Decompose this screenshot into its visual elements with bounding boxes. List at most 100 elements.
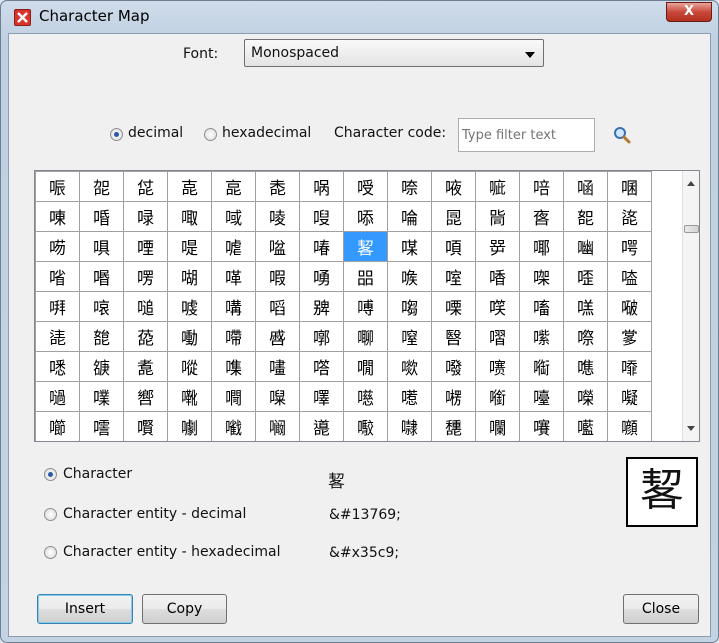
char-cell[interactable]: 㗵 <box>387 351 432 382</box>
char-cell[interactable]: 㖾 <box>475 231 520 262</box>
char-cell[interactable]: 㘂 <box>343 381 388 412</box>
char-cell[interactable]: 㗁 <box>607 231 652 262</box>
char-cell[interactable]: 㗊 <box>343 261 388 292</box>
char-cell[interactable]: 㗫 <box>563 321 608 352</box>
char-cell[interactable]: 㗖 <box>255 291 300 322</box>
char-cell[interactable]: 㗬 <box>607 321 652 352</box>
char-cell[interactable]: 㗨 <box>431 321 476 352</box>
char-cell[interactable]: 㘏 <box>299 411 344 441</box>
char-cell[interactable]: 㘅 <box>475 381 520 412</box>
char-cell[interactable]: 㗔 <box>167 291 212 322</box>
char-cell[interactable]: 㗜 <box>519 291 564 322</box>
char-cell[interactable]: 㘄 <box>431 381 476 412</box>
char-cell[interactable]: 㗘 <box>343 291 388 322</box>
char-cell[interactable]: 㘔 <box>519 411 564 441</box>
char-cell[interactable]: 㘃 <box>387 381 432 412</box>
char-cell[interactable]: 㘎 <box>255 411 300 441</box>
close-button[interactable]: Close <box>623 594 699 624</box>
char-cell[interactable]: 㘆 <box>519 381 564 412</box>
char-cell[interactable]: 㗹 <box>563 351 608 382</box>
char-cell[interactable]: 㗒 <box>79 291 124 322</box>
char-cell[interactable]: 㗢 <box>167 321 212 352</box>
char-cell[interactable]: 㖘 <box>35 171 80 202</box>
char-cell[interactable]: 㗇 <box>255 261 300 292</box>
char-cell[interactable]: 㗟 <box>35 321 80 352</box>
char-cell[interactable]: 㗙 <box>387 291 432 322</box>
char-cell[interactable]: 㘑 <box>387 411 432 441</box>
char-cell[interactable]: 㗑 <box>35 291 80 322</box>
char-cell[interactable]: 㗩 <box>475 321 520 352</box>
char-cell[interactable]: 㘇 <box>563 381 608 412</box>
char-cell[interactable]: 㖵 <box>79 231 124 262</box>
entity-hex-radio[interactable] <box>44 546 57 559</box>
scroll-down-arrow-icon[interactable] <box>687 426 695 431</box>
char-cell[interactable]: 㘓 <box>475 411 520 441</box>
scroll-up-arrow-icon[interactable] <box>687 181 695 186</box>
char-cell[interactable]: 㗀 <box>563 231 608 262</box>
char-cell[interactable]: 㖜 <box>211 171 256 202</box>
char-cell[interactable]: 㗆 <box>211 261 256 292</box>
char-cell[interactable]: 㖤 <box>563 171 608 202</box>
char-cell[interactable]: 㗚 <box>431 291 476 322</box>
grid-vertical-scrollbar[interactable] <box>682 171 699 441</box>
char-cell[interactable]: 㖷 <box>167 231 212 262</box>
char-cell[interactable]: 㗦 <box>343 321 388 352</box>
char-cell[interactable]: 㖫 <box>255 201 300 232</box>
char-cell[interactable]: 㖙 <box>79 171 124 202</box>
char-cell[interactable]: 㗮 <box>79 351 124 382</box>
character-code-field[interactable] <box>458 118 595 152</box>
decimal-radio[interactable] <box>110 128 123 141</box>
char-cell[interactable]: 㘁 <box>299 381 344 412</box>
char-cell[interactable]: 㘈 <box>607 381 652 412</box>
character-code-input[interactable] <box>462 120 592 150</box>
char-cell[interactable]: 㘊 <box>79 411 124 441</box>
entity-hex-label[interactable]: Character entity - hexadecimal <box>63 544 280 560</box>
char-cell[interactable]: 㗥 <box>299 321 344 352</box>
char-cell[interactable]: 㗋 <box>387 261 432 292</box>
char-cell[interactable]: 㘉 <box>35 411 80 441</box>
character-radio[interactable] <box>44 468 57 481</box>
char-cell[interactable]: 㖢 <box>475 171 520 202</box>
char-cell[interactable]: 㖨 <box>123 201 168 232</box>
char-cell[interactable]: 㗡 <box>123 321 168 352</box>
scroll-thumb[interactable] <box>684 225 699 233</box>
char-cell[interactable]: 㖶 <box>123 231 168 262</box>
char-cell[interactable]: 㖯 <box>431 201 476 232</box>
char-cell[interactable]: 㗰 <box>167 351 212 382</box>
char-cell[interactable]: 㗠 <box>79 321 124 352</box>
insert-button[interactable]: Insert <box>37 594 133 624</box>
char-cell[interactable]: 㗐 <box>607 261 652 292</box>
char-cell[interactable]: 㗻 <box>35 381 80 412</box>
char-cell[interactable]: 㗞 <box>607 291 652 322</box>
char-cell[interactable]: 㖱 <box>519 201 564 232</box>
char-cell[interactable]: 㖥 <box>607 171 652 202</box>
window-close-button[interactable]: X <box>666 2 712 22</box>
char-cell[interactable]: 㗉 <box>343 231 388 262</box>
char-cell[interactable]: 㖟 <box>343 171 388 202</box>
char-cell[interactable]: 㘌 <box>167 411 212 441</box>
entity-decimal-radio[interactable] <box>44 508 57 521</box>
char-cell[interactable]: 㗏 <box>563 261 608 292</box>
char-cell[interactable]: 㗪 <box>519 321 564 352</box>
char-cell[interactable]: 㗭 <box>35 351 80 382</box>
char-cell[interactable]: 㗲 <box>255 351 300 382</box>
char-cell[interactable]: 㗳 <box>299 351 344 382</box>
char-cell[interactable]: 㗷 <box>475 351 520 382</box>
char-cell[interactable]: 㘐 <box>343 411 388 441</box>
char-cell[interactable]: 㗈 <box>299 261 344 292</box>
char-cell[interactable]: 㗾 <box>167 381 212 412</box>
char-cell[interactable]: 㗕 <box>211 291 256 322</box>
char-cell[interactable]: 㖳 <box>607 201 652 232</box>
char-cell[interactable]: 㗼 <box>79 381 124 412</box>
char-cell[interactable]: 㗺 <box>607 351 652 382</box>
char-cell[interactable]: 㗧 <box>387 321 432 352</box>
char-cell[interactable]: 㗗 <box>299 291 344 322</box>
char-cell[interactable]: 㗱 <box>211 351 256 382</box>
char-cell[interactable]: 㘀 <box>255 381 300 412</box>
character-option-label[interactable]: Character <box>63 466 132 482</box>
font-dropdown[interactable]: Monospaced <box>244 39 544 67</box>
char-cell[interactable]: 㖪 <box>211 201 256 232</box>
char-cell[interactable]: 㗛 <box>475 291 520 322</box>
char-cell[interactable]: 㗓 <box>123 291 168 322</box>
char-cell[interactable]: 㖝 <box>255 171 300 202</box>
